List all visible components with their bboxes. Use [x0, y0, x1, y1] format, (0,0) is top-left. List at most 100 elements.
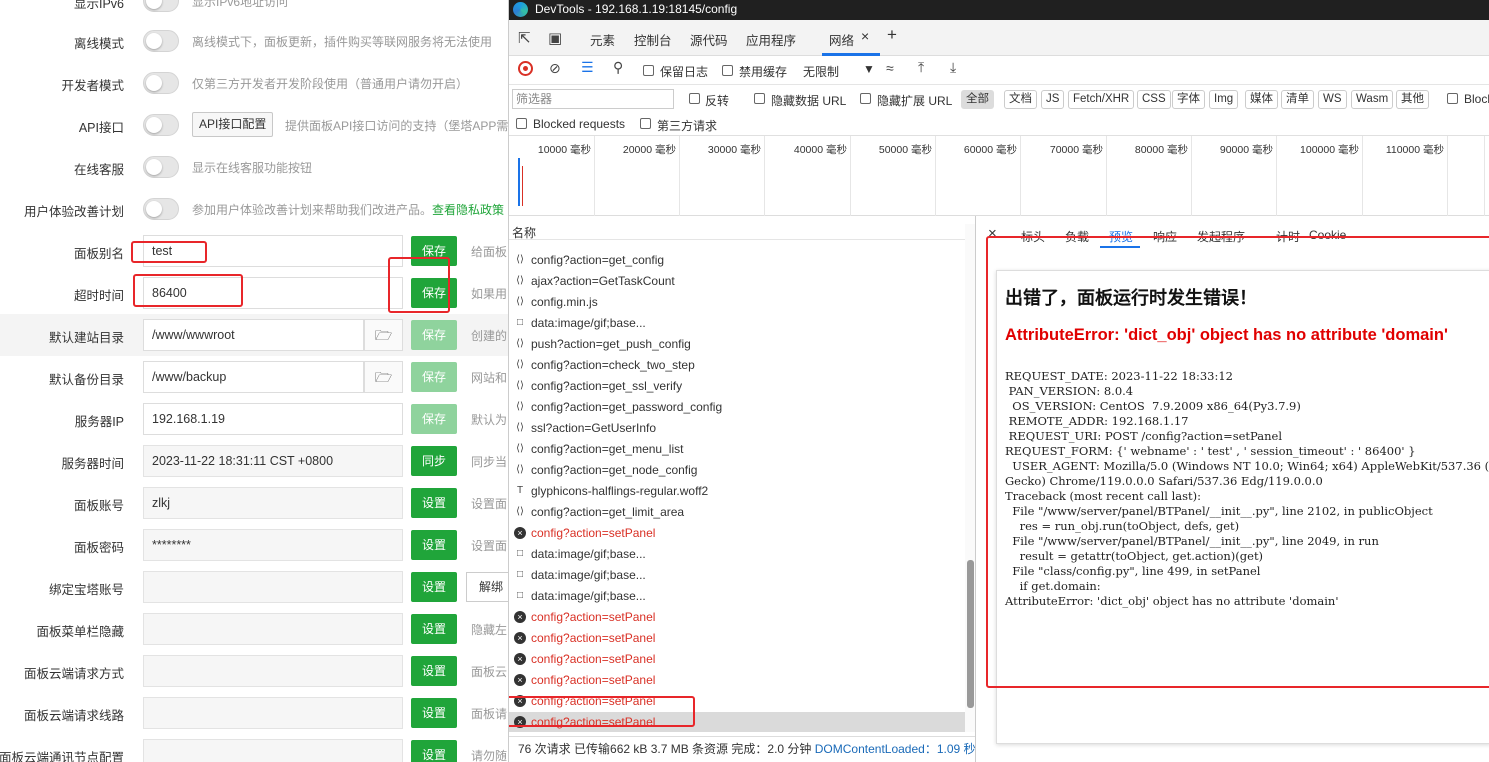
request-row[interactable]: ⟨⟩ config?action=get_ssl_verify [509, 376, 965, 397]
set-cloud-node-button[interactable]: 设置 [411, 740, 457, 762]
request-row[interactable]: □ data:image/gif;base... [509, 565, 965, 586]
settings-row-account: 面板账号 zlkj 设置 设置面 [0, 482, 508, 524]
hide-ext-urls-checkbox[interactable] [860, 93, 871, 104]
set-menu-hide-button[interactable]: 设置 [411, 614, 457, 644]
filter-type-font[interactable]: 字体 [1172, 90, 1205, 109]
sync-time-button[interactable]: 同步 [411, 446, 457, 476]
request-row[interactable]: ⟨⟩ config?action=get_menu_list [509, 439, 965, 460]
bt-account-input[interactable] [143, 571, 403, 603]
close-tab-icon[interactable]: × [861, 28, 869, 44]
cloud-method-input[interactable] [143, 655, 403, 687]
api-toggle[interactable] [143, 114, 179, 136]
server-time-input[interactable]: 2023-11-22 18:31:11 CST +0800 [143, 445, 403, 477]
network-conditions-icon[interactable]: ≈ [886, 60, 894, 76]
blocked-cookies-checkbox[interactable] [1447, 93, 1458, 104]
request-row[interactable]: ⟨⟩ config?action=get_config [509, 250, 965, 271]
privacy-policy-link[interactable]: 查看隐私政策 [432, 203, 504, 217]
set-password-button[interactable]: 设置 [411, 530, 457, 560]
folder-open-icon[interactable]: 🗁 [364, 319, 403, 351]
filter-type-ws[interactable]: WS [1318, 90, 1347, 109]
filter-type-media[interactable]: 媒体 [1245, 90, 1278, 109]
request-row[interactable]: ⟨⟩ config?action=get_password_config [509, 397, 965, 418]
filter-type-wasm[interactable]: Wasm [1351, 90, 1394, 109]
online-support-toggle[interactable] [143, 156, 179, 178]
panel-account-input[interactable]: zlkj [143, 487, 403, 519]
filter-type-manifest[interactable]: 清单 [1281, 90, 1314, 109]
api-config-button[interactable]: API接口配置 [192, 112, 274, 137]
filter-type-doc[interactable]: 文档 [1004, 90, 1037, 109]
blocked-requests-checkbox[interactable] [516, 118, 527, 129]
tab-network[interactable]: 网络 [829, 30, 854, 49]
ux-plan-toggle[interactable] [143, 198, 179, 220]
record-icon[interactable] [518, 61, 533, 76]
server-ip-input[interactable]: 192.168.1.19 [143, 403, 403, 435]
offline-mode-toggle[interactable] [143, 30, 179, 52]
site-dir-input[interactable]: /www/wwwroot [143, 319, 364, 351]
request-row[interactable]: □ data:image/gif;base... [509, 586, 965, 607]
cloud-line-input[interactable] [143, 697, 403, 729]
cloud-node-input[interactable] [143, 739, 403, 762]
search-icon[interactable]: ⚲ [613, 59, 623, 76]
filter-input[interactable]: 筛选器 [512, 89, 674, 109]
tab-sources[interactable]: 源代码 [690, 30, 728, 49]
menu-hide-input[interactable] [143, 613, 403, 645]
filter-toggle-icon[interactable]: ☰ [581, 59, 594, 76]
backup-dir-input[interactable]: /www/backup [143, 361, 364, 393]
network-timeline[interactable]: 10000 毫秒 20000 毫秒 30000 毫秒 40000 毫秒 5000… [509, 136, 1489, 216]
save-site-dir-button[interactable]: 保存 [411, 320, 457, 350]
save-backup-dir-button[interactable]: 保存 [411, 362, 457, 392]
request-row[interactable]: × config?action=setPanel [509, 628, 965, 649]
scroll-thumb[interactable] [967, 560, 974, 708]
set-cloud-line-button[interactable]: 设置 [411, 698, 457, 728]
inspect-element-icon[interactable]: ⇱ [518, 29, 531, 47]
set-account-button[interactable]: 设置 [411, 488, 457, 518]
chevron-down-icon[interactable]: ▼ [863, 62, 875, 76]
filter-type-img[interactable]: Img [1209, 90, 1239, 109]
ipv6-toggle[interactable] [143, 0, 179, 12]
request-row[interactable]: ⟨⟩ config?action=get_limit_area [509, 502, 965, 523]
preserve-log-checkbox[interactable] [643, 65, 654, 76]
set-cloud-method-button[interactable]: 设置 [411, 656, 457, 686]
export-har-icon[interactable]: ⤓ [950, 59, 956, 76]
tab-application[interactable]: 应用程序 [746, 30, 796, 49]
request-row[interactable]: □ data:image/gif;base... [509, 544, 965, 565]
folder-open-icon[interactable]: 🗁 [364, 361, 403, 393]
request-row[interactable]: ⟨⟩ config?action=check_two_step [509, 355, 965, 376]
request-row[interactable]: ⟨⟩ ajax?action=GetTaskCount [509, 271, 965, 292]
developer-mode-toggle[interactable] [143, 72, 179, 94]
request-name: data:image/gif;base... [531, 547, 646, 561]
request-row[interactable]: ⟨⟩ config.min.js [509, 292, 965, 313]
filter-type-css[interactable]: CSS [1137, 90, 1171, 109]
panel-password-input[interactable]: ******** [143, 529, 403, 561]
add-tab-icon[interactable]: + [887, 25, 897, 45]
request-row[interactable]: × config?action=setPanel [509, 607, 965, 628]
request-row[interactable]: ⟨⟩ push?action=get_push_config [509, 334, 965, 355]
filter-type-other[interactable]: 其他 [1396, 90, 1429, 109]
clear-icon[interactable]: ⊘ [549, 60, 561, 77]
request-row[interactable]: ⟨⟩ ssl?action=GetUserInfo [509, 418, 965, 439]
request-row[interactable]: × config?action=setPanel [509, 670, 965, 691]
set-bt-account-button[interactable]: 设置 [411, 572, 457, 602]
request-row[interactable]: □ data:image/gif;base... [509, 313, 965, 334]
filter-type-xhr[interactable]: Fetch/XHR [1068, 90, 1135, 109]
filter-bar-2: Blocked requests 第三方请求 [509, 113, 1489, 136]
disable-cache-checkbox[interactable] [722, 65, 733, 76]
throttle-select[interactable]: 无限制 [803, 63, 839, 80]
filter-type-all[interactable]: 全部 [961, 90, 994, 109]
tab-elements[interactable]: 元素 [590, 30, 615, 49]
import-har-icon[interactable]: ⤒ [918, 59, 924, 76]
xhr-icon: ⟨⟩ [516, 506, 524, 517]
save-server-ip-button[interactable]: 保存 [411, 404, 457, 434]
request-row[interactable]: × config?action=setPanel [509, 649, 965, 670]
request-row[interactable]: Tglyphicons-halflings-regular.woff2 [509, 481, 965, 502]
request-row[interactable]: ⟨⟩ config?action=get_node_config [509, 460, 965, 481]
third-party-checkbox[interactable] [640, 118, 651, 129]
unbind-button[interactable]: 解绑 [466, 572, 508, 602]
filter-type-js[interactable]: JS [1041, 90, 1065, 109]
invert-checkbox[interactable] [689, 93, 700, 104]
request-list-scrollbar[interactable] [965, 224, 975, 732]
hide-data-urls-checkbox[interactable] [754, 93, 765, 104]
tab-console[interactable]: 控制台 [634, 30, 672, 49]
request-row[interactable]: × config?action=setPanel [509, 523, 965, 544]
device-toolbar-icon[interactable]: ▣ [548, 29, 562, 47]
